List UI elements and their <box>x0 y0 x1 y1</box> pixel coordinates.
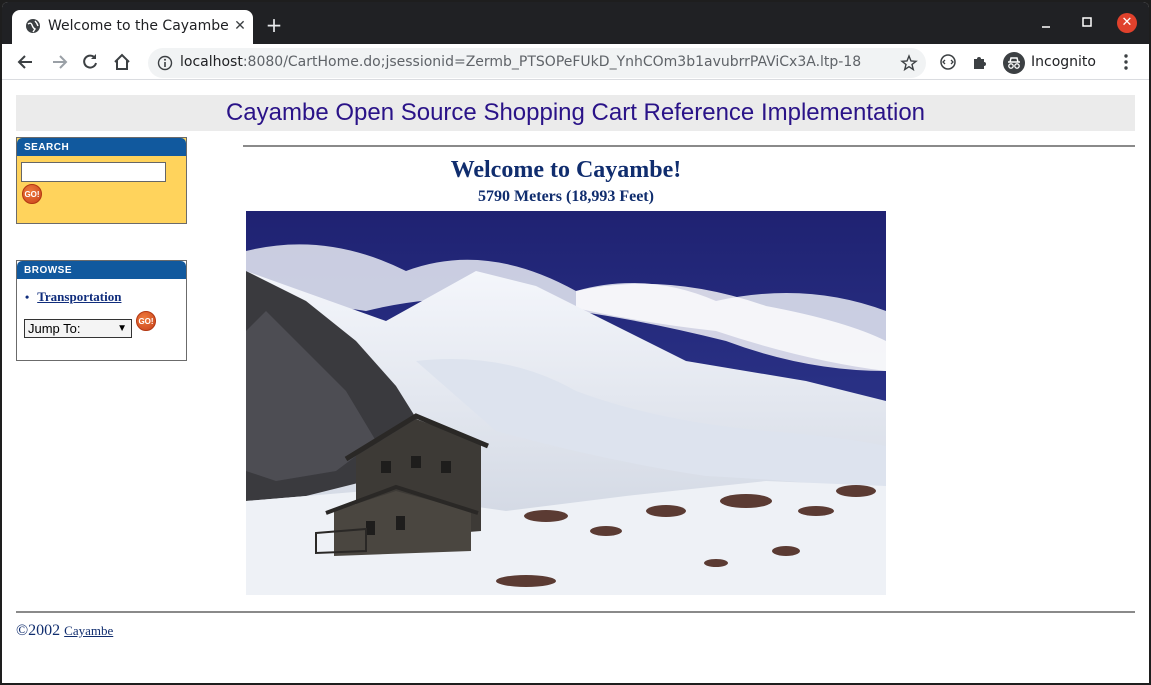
incognito-label: Incognito <box>1031 54 1096 70</box>
url-path: :8080/CartHome.do;jsessionid=Zermb_PTSOP… <box>242 54 862 70</box>
star-icon[interactable] <box>900 54 918 72</box>
jump-to-label: Jump To: <box>28 321 81 336</box>
welcome-heading: Welcome to Cayambe! <box>450 157 682 183</box>
menu-icon[interactable] <box>1118 53 1134 71</box>
maximize-icon[interactable] <box>1080 15 1094 29</box>
info-icon[interactable] <box>157 55 173 71</box>
mountain-photo <box>246 211 886 595</box>
search-go-button[interactable]: GO! <box>22 184 42 204</box>
browse-item: • Transportation <box>25 289 121 305</box>
back-icon[interactable] <box>16 52 36 72</box>
footer: ©2002 Cayambe <box>16 622 113 640</box>
browser-window: Welcome to the Cayambe ✕ + ✕ localhost:8… <box>2 2 1149 683</box>
browser-toolbar: localhost:8080/CartHome.do;jsessionid=Ze… <box>2 44 1149 80</box>
extension-icon[interactable] <box>938 52 958 72</box>
globe-icon <box>26 19 40 33</box>
footer-link-cayambe[interactable]: Cayambe <box>64 623 113 638</box>
jump-go-button[interactable]: GO! <box>136 311 156 331</box>
category-link-transportation[interactable]: Transportation <box>37 289 121 304</box>
bullet: • <box>25 290 30 304</box>
incognito-badge[interactable]: Incognito <box>999 49 1107 77</box>
window-close-icon[interactable]: ✕ <box>1117 13 1137 33</box>
forward-icon[interactable] <box>49 52 69 72</box>
copyright-text: ©2002 <box>16 622 61 639</box>
minimize-icon[interactable] <box>1039 16 1053 30</box>
site-title: Cayambe Open Source Shopping Cart Refere… <box>225 99 926 126</box>
browse-heading: BROWSE <box>17 261 186 279</box>
chevron-down-icon: ▼ <box>117 323 127 334</box>
search-heading: SEARCH <box>17 138 186 156</box>
browse-panel: BROWSE • Transportation Jump To: ▼ GO! <box>16 260 187 361</box>
home-icon[interactable] <box>112 52 132 72</box>
url-text[interactable]: localhost:8080/CartHome.do;jsessionid=Ze… <box>180 54 861 70</box>
tab-close-icon[interactable]: ✕ <box>231 17 249 35</box>
url-host: localhost <box>180 54 243 70</box>
puzzle-icon[interactable] <box>970 52 990 72</box>
divider <box>243 145 1135 147</box>
page-content: Cayambe Open Source Shopping Cart Refere… <box>2 81 1149 683</box>
jump-to-select[interactable]: Jump To: ▼ <box>24 319 132 338</box>
search-panel: SEARCH GO! <box>16 137 187 224</box>
mountain-photo-art <box>246 211 886 595</box>
altitude-caption: 5790 Meters (18,993 Feet) <box>478 188 654 205</box>
footer-divider <box>16 611 1135 613</box>
tab-strip: Welcome to the Cayambe ✕ + ✕ <box>2 2 1149 44</box>
site-banner: Cayambe Open Source Shopping Cart Refere… <box>16 95 1135 131</box>
browser-tab[interactable]: Welcome to the Cayambe ✕ <box>12 10 253 44</box>
search-input[interactable] <box>21 162 166 182</box>
tab-title: Welcome to the Cayambe <box>48 18 229 34</box>
incognito-icon <box>1003 52 1025 74</box>
reload-icon[interactable] <box>80 52 100 72</box>
address-bar[interactable]: localhost:8080/CartHome.do;jsessionid=Ze… <box>148 48 926 78</box>
new-tab-icon[interactable]: + <box>264 15 284 36</box>
